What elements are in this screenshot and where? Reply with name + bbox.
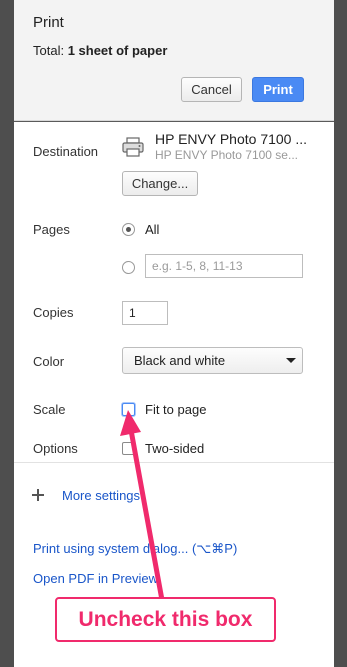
- pages-all-label: All: [145, 222, 160, 237]
- two-sided-label: Two-sided: [145, 441, 205, 456]
- change-destination-button[interactable]: Change...: [122, 171, 198, 196]
- section-divider: [14, 462, 334, 463]
- pages-label: Pages: [33, 222, 70, 237]
- pages-all-radio[interactable]: [122, 223, 135, 236]
- printer-icon: [122, 137, 144, 157]
- fit-to-page-checkbox[interactable]: [122, 403, 135, 416]
- dialog-title: Print: [33, 14, 64, 31]
- print-settings-panel: Destination HP ENVY Photo 7100 ... HP EN…: [14, 122, 334, 667]
- open-pdf-preview-link[interactable]: Open PDF in Preview: [33, 571, 158, 586]
- print-button[interactable]: Print: [252, 77, 304, 102]
- left-background-strip: [0, 0, 14, 667]
- page-range-input[interactable]: [145, 254, 303, 278]
- system-dialog-link[interactable]: Print using system dialog... (⌥⌘P): [33, 541, 237, 557]
- options-label: Options: [33, 441, 78, 456]
- color-select[interactable]: Black and white: [122, 347, 303, 374]
- chevron-down-icon: [286, 358, 296, 363]
- printer-subtitle: HP ENVY Photo 7100 se...: [155, 148, 298, 162]
- plus-icon[interactable]: [32, 489, 44, 501]
- annotation-callout: Uncheck this box: [55, 597, 276, 642]
- right-background-strip: [334, 0, 347, 667]
- more-settings-link[interactable]: More settings: [62, 488, 140, 503]
- scale-label: Scale: [33, 402, 66, 417]
- destination-label: Destination: [33, 144, 99, 159]
- total-value: 1 sheet of paper: [67, 43, 168, 58]
- print-header: Print Total: 1 sheet of paper Cancel Pri…: [14, 0, 334, 121]
- two-sided-checkbox[interactable]: [122, 442, 135, 455]
- color-select-value: Black and white: [134, 353, 226, 368]
- total-summary: Total: 1 sheet of paper: [33, 43, 167, 58]
- cancel-button[interactable]: Cancel: [181, 77, 242, 102]
- copies-input[interactable]: [122, 301, 168, 325]
- total-prefix: Total:: [33, 43, 68, 58]
- copies-label: Copies: [33, 305, 74, 320]
- color-label: Color: [33, 354, 65, 369]
- printer-name: HP ENVY Photo 7100 ...: [155, 131, 308, 147]
- pages-range-radio[interactable]: [122, 261, 135, 274]
- fit-to-page-label: Fit to page: [145, 402, 207, 417]
